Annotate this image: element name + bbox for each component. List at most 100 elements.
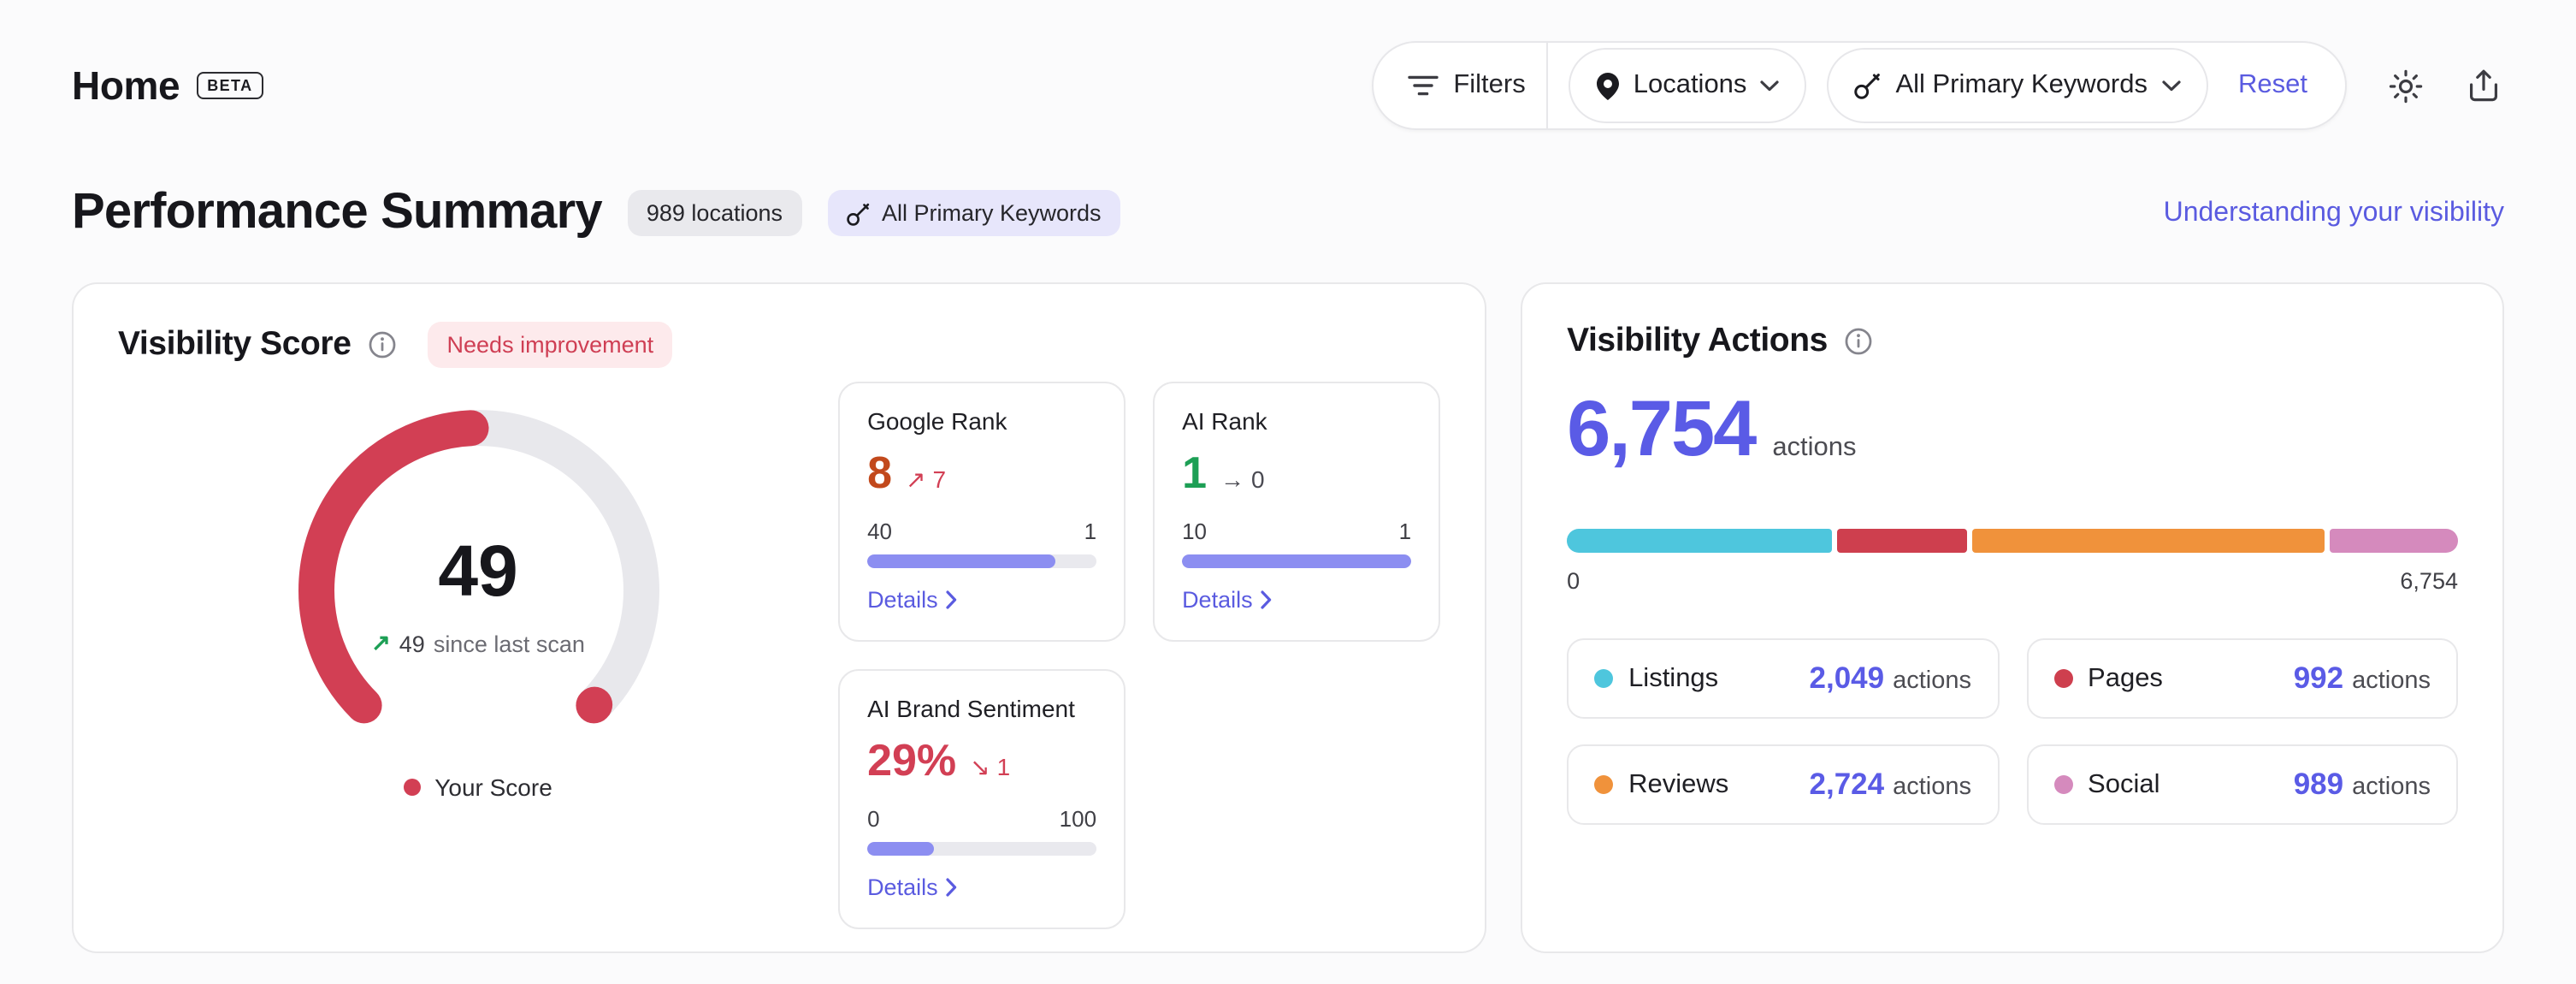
dashboard-viewport: Home BETA Filters L [0, 0, 2576, 984]
range-max: 100 [1060, 806, 1096, 832]
info-icon[interactable] [1845, 327, 1874, 356]
reviews-row[interactable]: Reviews 2,724 actions [1567, 744, 1999, 825]
location-pin-icon [1596, 71, 1620, 100]
ai-brand-sentiment-card: AI Brand Sentiment 29% ↘ 1 0 100 [838, 669, 1126, 929]
summary-header: Performance Summary 989 locations All Pr… [72, 185, 2504, 241]
status-badge: Needs improvement [428, 322, 673, 368]
reviews-dot [1594, 775, 1613, 794]
details-link[interactable]: Details [867, 874, 959, 900]
toolbar: Filters Locations [1371, 41, 2504, 130]
legend-dot [404, 779, 421, 796]
metric-delta: 0 [1251, 465, 1265, 493]
settings-button[interactable] [2384, 65, 2425, 106]
actions-stacked-bar [1567, 529, 2458, 553]
actions-breakdown-grid: Listings 2,049 actions Pages [1567, 638, 2458, 825]
chevron-down-icon [2161, 80, 2180, 92]
progress-bar [1182, 554, 1411, 568]
progress-bar [867, 554, 1096, 568]
cards-row: Visibility Score Needs improvement [72, 282, 2504, 953]
bar-scale: 0 6,754 [1567, 568, 2458, 594]
google-rank-card: Google Rank 8 ↗ 7 40 1 [838, 382, 1126, 642]
reset-button[interactable]: Reset [2228, 70, 2318, 101]
chevron-right-icon [1261, 590, 1273, 609]
filters-button[interactable]: Filters [1407, 70, 1525, 101]
visibility-score-title: Visibility Score [118, 325, 352, 365]
chevron-down-icon [1760, 80, 1779, 92]
bar-segment-reviews [1971, 529, 2325, 553]
metric-title: Google Rank [867, 407, 1096, 435]
details-link[interactable]: Details [1182, 587, 1273, 613]
bar-segment-pages [1838, 529, 1967, 553]
keywords-badge: All Primary Keywords [827, 190, 1120, 236]
toolbar-divider [1546, 43, 1548, 128]
listings-row[interactable]: Listings 2,049 actions [1567, 638, 1999, 719]
progress-fill [867, 554, 1055, 568]
visibility-score-card: Visibility Score Needs improvement [72, 282, 1486, 953]
keywords-label: All Primary Keywords [1895, 70, 2148, 101]
metric-value: 8 [867, 450, 892, 495]
bar-segment-social [2330, 529, 2458, 553]
chevron-right-icon [947, 590, 959, 609]
actions-total-unit: actions [1772, 433, 1856, 464]
filter-bar: Filters Locations [1371, 41, 2347, 130]
locations-dropdown[interactable]: Locations [1569, 48, 1807, 123]
pages-value: 992 [2294, 661, 2343, 697]
pages-dot [2053, 669, 2072, 688]
reviews-label: Reviews [1628, 769, 1728, 800]
understanding-visibility-link[interactable]: Understanding your visibility [2164, 198, 2504, 228]
page-title-home: Home [72, 62, 180, 109]
metric-value: 29% [867, 738, 956, 782]
metric-delta: 1 [997, 753, 1011, 780]
metric-title: AI Brand Sentiment [867, 695, 1096, 722]
listings-value: 2,049 [1810, 661, 1885, 697]
page-heading: Home BETA [72, 62, 263, 109]
top-bar: Home BETA Filters L [72, 41, 2504, 130]
pages-row[interactable]: Pages 992 actions [2026, 638, 2458, 719]
visibility-actions-card: Visibility Actions 6,754 actions 0 [1521, 282, 2504, 953]
gauge-readout: 49 ↗ 49 since last scan [264, 536, 692, 657]
social-row[interactable]: Social 989 actions [2026, 744, 2458, 825]
share-upload-icon [2468, 68, 2499, 103]
beta-badge: BETA [197, 72, 263, 99]
trend-up-icon: ↗ [371, 630, 391, 657]
details-link[interactable]: Details [867, 587, 959, 613]
range-max: 1 [1084, 519, 1096, 544]
filter-icon [1407, 74, 1438, 98]
range-min: 0 [867, 806, 879, 832]
metric-title: AI Rank [1182, 407, 1411, 435]
trend-down-icon: ↘ [970, 753, 990, 782]
trend-flat-icon: → [1220, 465, 1244, 493]
keywords-badge-label: All Primary Keywords [882, 200, 1102, 226]
home-page: Home BETA Filters L [0, 0, 2576, 953]
key-icon [846, 201, 870, 225]
metric-value: 1 [1182, 450, 1207, 495]
gear-icon [2387, 68, 2423, 104]
reviews-value: 2,724 [1810, 767, 1885, 803]
progress-fill [1182, 554, 1411, 568]
progress-fill [867, 842, 934, 856]
trend-up-icon: ↗ [906, 465, 925, 495]
social-value: 989 [2294, 767, 2343, 803]
chevron-right-icon [947, 878, 959, 897]
listings-label: Listings [1628, 663, 1718, 694]
score-delta-note: since last scan [434, 631, 585, 656]
info-icon[interactable] [369, 330, 398, 359]
visibility-actions-title: Visibility Actions [1567, 322, 1828, 361]
progress-bar [867, 842, 1096, 856]
share-button[interactable] [2463, 65, 2504, 106]
locations-count-badge: 989 locations [628, 190, 801, 236]
score-metrics-grid: Google Rank 8 ↗ 7 40 1 [838, 382, 1440, 929]
filters-label: Filters [1453, 70, 1525, 101]
scale-max: 6,754 [2400, 568, 2458, 594]
keywords-dropdown[interactable]: All Primary Keywords [1827, 48, 2207, 123]
ai-rank-card: AI Rank 1 → 0 10 1 [1153, 382, 1440, 642]
scale-min: 0 [1567, 568, 1580, 594]
social-dot [2053, 775, 2072, 794]
actions-total: 6,754 [1567, 388, 1755, 467]
legend-label: Your Score [434, 774, 552, 801]
social-label: Social [2088, 769, 2159, 800]
section-title: Performance Summary [72, 185, 602, 241]
listings-dot [1594, 669, 1613, 688]
range-min: 10 [1182, 519, 1207, 544]
pages-label: Pages [2088, 663, 2163, 694]
